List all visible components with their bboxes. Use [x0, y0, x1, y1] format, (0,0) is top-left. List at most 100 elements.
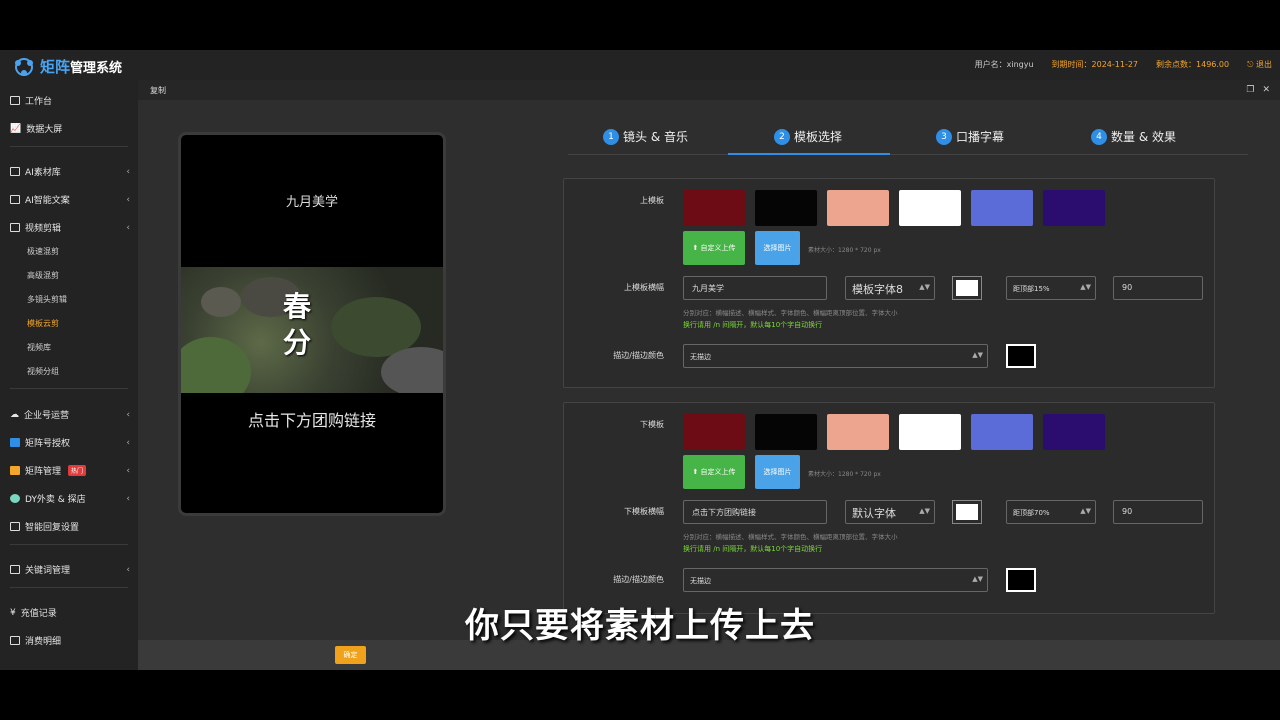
hot-badge: 热门 [68, 465, 87, 476]
swatch-3[interactable] [899, 190, 961, 226]
remaining-points: 剩余点数：1496.00 [1156, 60, 1230, 69]
swatch-0[interactable] [683, 414, 745, 450]
top-stroke-label: 描边/描边颜色 [613, 351, 664, 360]
sidebar-sub-template-cloud[interactable]: 模板云剪 [27, 318, 59, 329]
maximize-icon[interactable]: ❐ [1246, 85, 1254, 95]
sidebar-item-enterprise[interactable]: ☁ 企业号运营 ‹ [10, 408, 132, 422]
custom-upload-button[interactable]: ⬆ 自定义上传 [683, 231, 745, 265]
sidebar-divider [10, 388, 128, 389]
top-stroke-color-picker[interactable] [1006, 344, 1036, 368]
bottom-field-tip: 分别对应：横幅描述、横幅样式、字体颜色、横幅距离顶部位置、字体大小 [683, 533, 898, 541]
tab-template-select[interactable]: 2 模板选择 [774, 128, 842, 145]
select-value: 距顶部15% [1013, 285, 1050, 293]
sidebar-item-workbench[interactable]: 工作台 [10, 94, 132, 107]
sidebar-item-video-edit[interactable]: 视频剪辑 ‹ [10, 221, 132, 234]
bottom-banner-label: 下模板横幅 [624, 507, 664, 516]
upload-icon: ⬆ [692, 244, 701, 252]
sidebar-item-label: 工作台 [25, 97, 53, 107]
logo[interactable]: 矩阵管理系统 [12, 56, 122, 77]
swatch-3[interactable] [899, 414, 961, 450]
confirm-button[interactable]: 确定 [335, 646, 366, 664]
top-newline-tip: 换行请用 /n 间隔开，默认每10个字自动换行 [683, 321, 823, 329]
chevron-left-icon: ‹ [126, 564, 130, 575]
folder-icon [10, 167, 20, 176]
top-font-select[interactable]: 模板字体8 ▲▼ [845, 276, 935, 300]
step-active-indicator [728, 153, 890, 155]
top-field-tip: 分别对应：横幅描述、横幅样式、字体颜色、横幅距离顶部位置、字体大小 [683, 309, 898, 317]
chevron-down-icon: ‹ [126, 222, 130, 233]
choose-image-button[interactable]: 选择图片 [755, 231, 800, 265]
swatch-1[interactable] [755, 414, 817, 450]
sidebar-item-ai-copy[interactable]: AI智能文案 ‹ [10, 193, 132, 206]
dialog-controls: ❐ ✕ [1246, 85, 1270, 95]
choose-image-button[interactable]: 选择图片 [755, 455, 800, 489]
manage-icon [10, 466, 20, 475]
swatch-5[interactable] [1043, 190, 1105, 226]
sidebar-sub-video-library[interactable]: 视频库 [27, 342, 51, 353]
top-font-color-picker[interactable] [952, 276, 982, 300]
sidebar-item-smart-reply[interactable]: 智能回复设置 [10, 520, 132, 533]
bottom-font-select[interactable]: 默认字体 ▲▼ [845, 500, 935, 524]
sidebar-item-label: 关键词管理 [25, 566, 71, 576]
swatch-0[interactable] [683, 190, 745, 226]
step-number: 2 [774, 128, 790, 145]
dialog-header: 复制 ❐ ✕ [138, 80, 1280, 100]
chevron-down-icon: ▲▼ [972, 351, 983, 359]
sidebar-sub-video-group[interactable]: 视频分组 [27, 366, 59, 377]
close-icon[interactable]: ✕ [1262, 85, 1270, 95]
preview-bottom-text: 点击下方团购链接 [247, 411, 376, 430]
chevron-left-icon: ‹ [126, 166, 130, 177]
bottom-newline-tip: 换行请用 /n 间隔开，默认每10个字自动换行 [683, 545, 823, 553]
chart-icon: 📈 [10, 123, 22, 134]
swatch-4[interactable] [971, 190, 1033, 226]
bottom-distance-select[interactable]: 距顶部70% ▲▼ [1006, 500, 1096, 524]
swatch-4[interactable] [971, 414, 1033, 450]
preview-image: 春分 [181, 267, 443, 393]
sidebar-item-dy-takeout[interactable]: DY外卖 & 探店 ‹ [10, 492, 132, 505]
bottom-banner-text-input[interactable]: 点击下方团购链接 [683, 500, 827, 524]
size-hint: 素材大小：1280 * 720 px [808, 471, 881, 478]
preview-top-text: 九月美学 [285, 195, 338, 210]
tab-lens-music[interactable]: 1 镜头 & 音乐 [603, 128, 688, 145]
top-banner-text-input[interactable]: 九月美学 [683, 276, 827, 300]
sidebar-divider [10, 146, 128, 147]
top-stroke-select[interactable]: 无描边 ▲▼ [683, 344, 988, 368]
chevron-down-icon: ▲▼ [972, 575, 983, 583]
logo-text: 矩阵管理系统 [40, 56, 122, 77]
video-subtitle: 你只要将素材上传上去 [465, 606, 815, 646]
custom-upload-button[interactable]: ⬆ 自定义上传 [683, 455, 745, 489]
top-font-size-input[interactable]: 90 [1113, 276, 1203, 300]
bottom-stroke-select[interactable]: 无描边 ▲▼ [683, 568, 988, 592]
sidebar-item-dashboard[interactable]: 📈 数据大屏 [10, 122, 132, 136]
top-template-panel: 上模板 ⬆ 自定义上传 选择图片 素材大小：1280 * 720 px 上模板横… [563, 178, 1215, 388]
swatch-2[interactable] [827, 414, 889, 450]
bottom-font-size-input[interactable]: 90 [1113, 500, 1203, 524]
auth-icon [10, 438, 20, 447]
chevron-left-icon: ‹ [126, 437, 130, 448]
swatch-5[interactable] [1043, 414, 1105, 450]
sidebar-item-matrix-manage[interactable]: 矩阵管理 热门 ‹ [10, 464, 132, 477]
tab-voice-subtitle[interactable]: 3 口播字幕 [936, 128, 1004, 145]
button-label: 自定义上传 [700, 244, 736, 252]
bottom-stroke-color-picker[interactable] [1006, 568, 1036, 592]
sidebar-item-ai-library[interactable]: AI素材库 ‹ [10, 165, 132, 178]
size-hint: 素材大小：1280 * 720 px [808, 247, 881, 254]
sidebar-sub-fast-mix[interactable]: 极速混剪 [27, 246, 59, 257]
select-value: 无描边 [690, 577, 711, 585]
sidebar-sub-multi-shot[interactable]: 多镜头剪辑 [27, 294, 67, 305]
mail-icon [10, 522, 20, 531]
tab-quantity-effect[interactable]: 4 数量 & 效果 [1091, 128, 1176, 145]
sidebar-sub-advanced-mix[interactable]: 高级混剪 [27, 270, 59, 281]
app-frame: 矩阵管理系统 用户名：xingyu 到期时间：2024-11-27 剩余点数：1… [0, 50, 1280, 670]
sidebar-divider [10, 544, 128, 545]
logo-icon [12, 57, 36, 77]
logout-link[interactable]: ⎋ 退出 [1247, 59, 1272, 70]
top-distance-select[interactable]: 距顶部15% ▲▼ [1006, 276, 1096, 300]
swatch-1[interactable] [755, 190, 817, 226]
sidebar-item-keywords[interactable]: 关键词管理 ‹ [10, 563, 132, 576]
sidebar-item-label: 矩阵管理 [25, 467, 62, 477]
step-label: 口播字幕 [956, 130, 1005, 144]
swatch-2[interactable] [827, 190, 889, 226]
bottom-font-color-picker[interactable] [952, 500, 982, 524]
sidebar-item-matrix-auth[interactable]: 矩阵号授权 ‹ [10, 436, 132, 449]
